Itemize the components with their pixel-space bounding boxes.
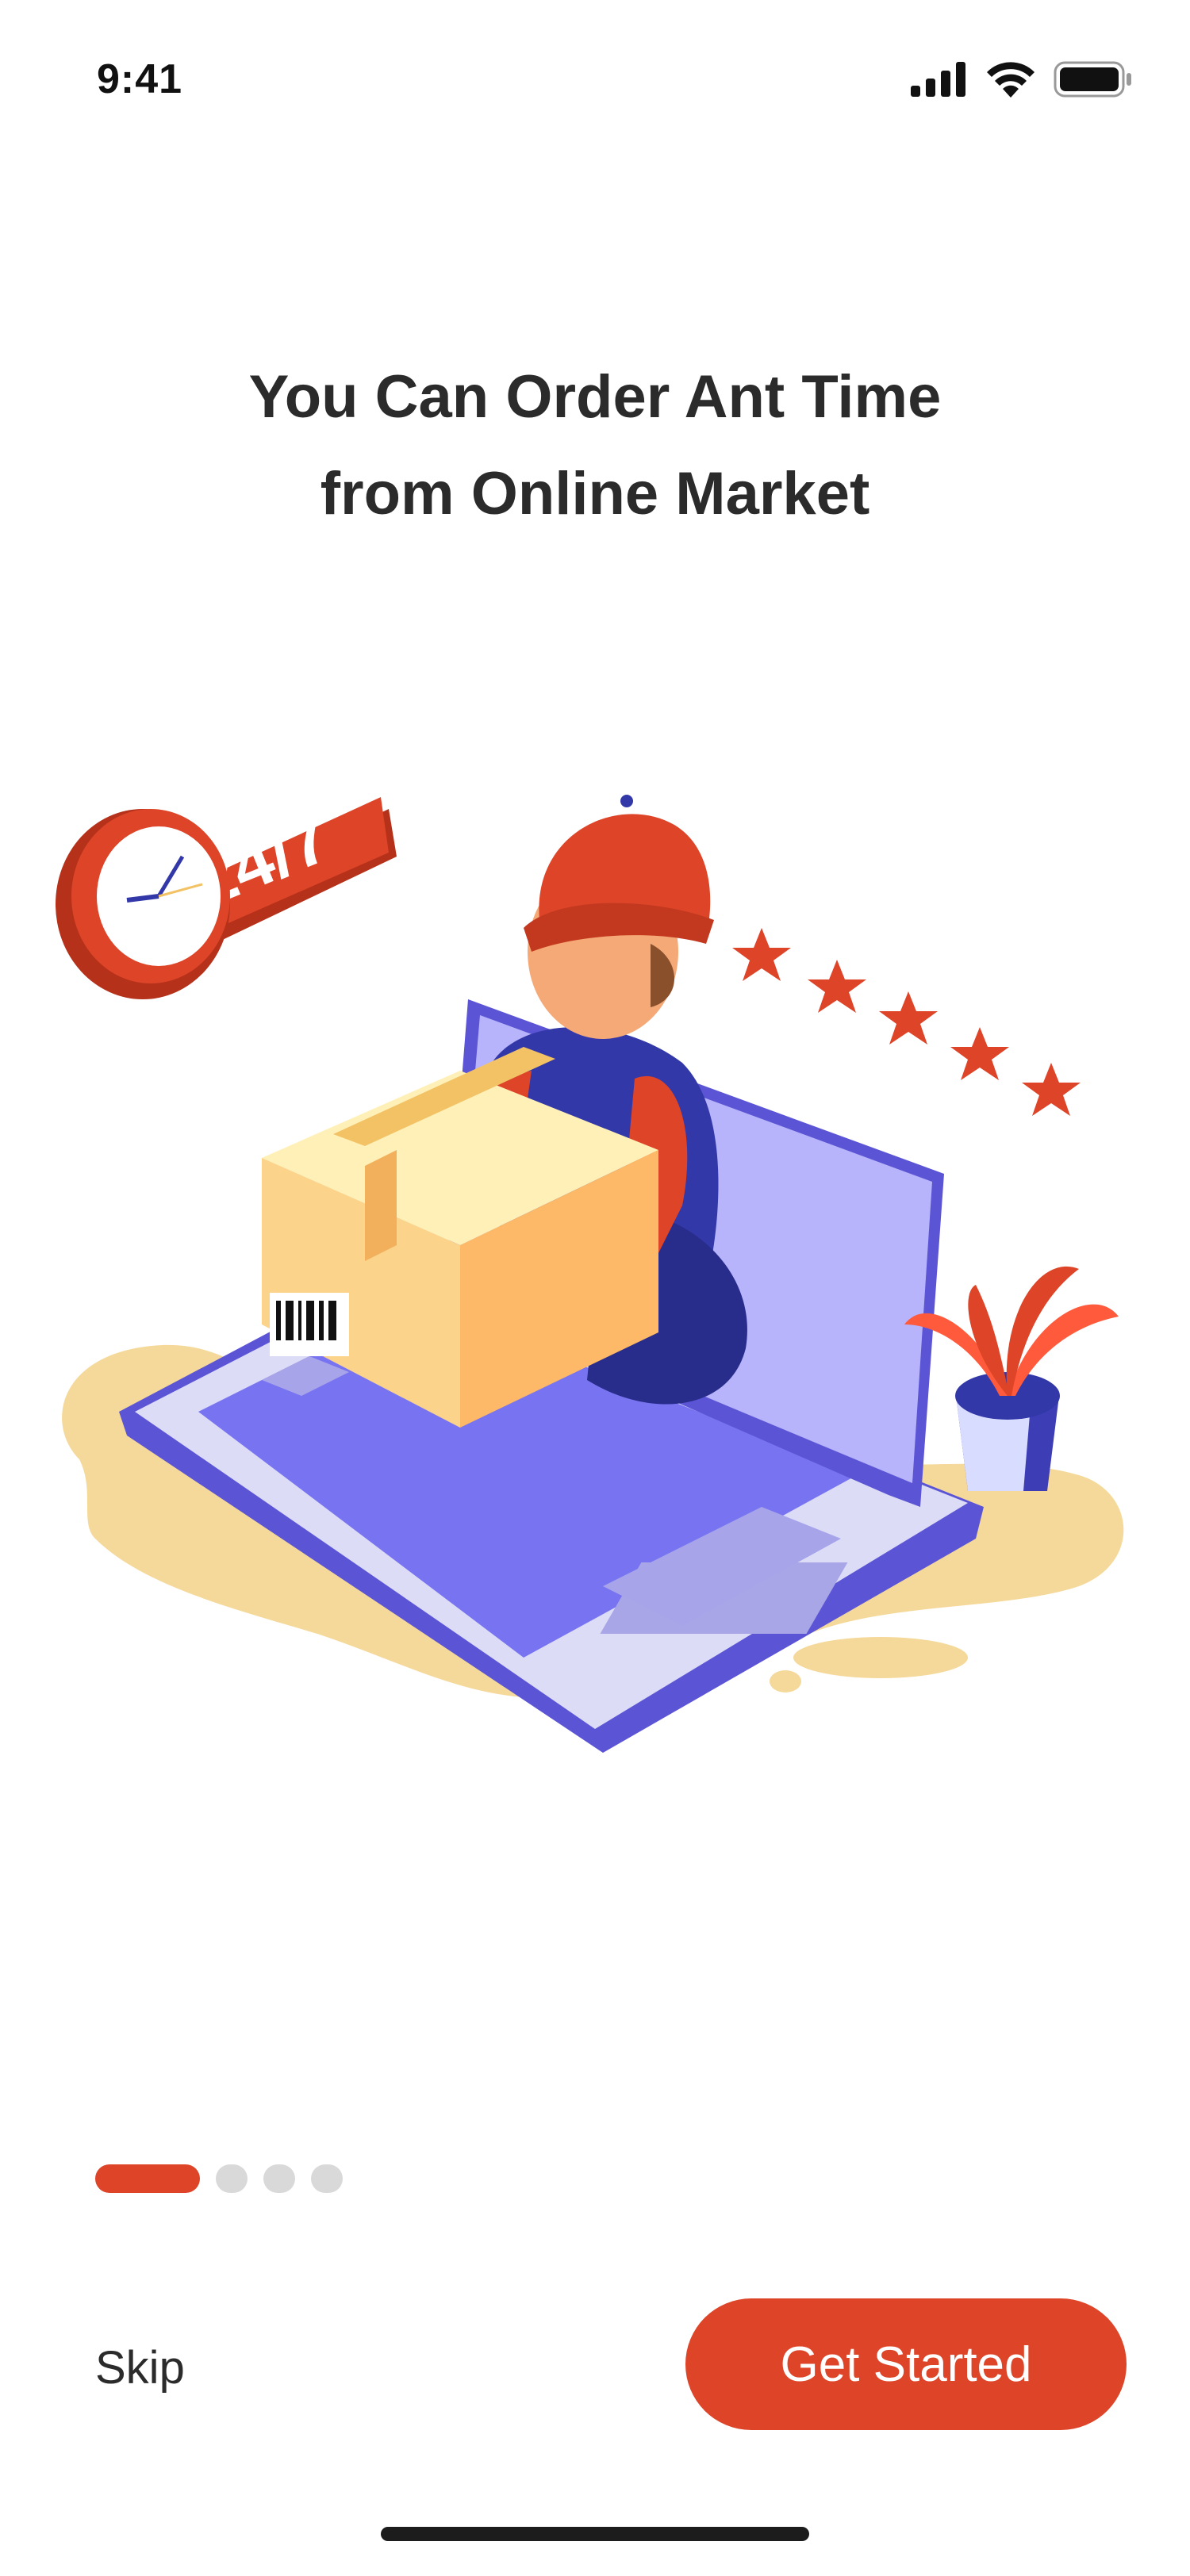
wifi-icon — [987, 62, 1035, 98]
page-dot-2[interactable] — [216, 2164, 248, 2193]
potted-plant — [904, 1266, 1119, 1491]
page-indicator — [95, 2164, 343, 2194]
headline-line-1: You Can Order Ant Time — [248, 363, 942, 431]
page-dot-4[interactable] — [311, 2164, 343, 2193]
clock-24-7-badge: 24/7 — [56, 797, 397, 999]
rating-stars — [732, 928, 1081, 1116]
status-time: 9:41 — [97, 56, 183, 102]
battery-icon — [1054, 61, 1131, 98]
status-bar: 9:41 — [0, 0, 1190, 159]
status-icons — [911, 60, 1133, 98]
page-dot-1-active[interactable] — [95, 2164, 200, 2193]
get-started-button[interactable]: Get Started — [685, 2298, 1127, 2430]
home-indicator[interactable] — [381, 2527, 809, 2541]
headline-line-2: from Online Market — [320, 460, 870, 527]
skip-button[interactable]: Skip — [95, 2341, 185, 2394]
page-dot-3[interactable] — [263, 2164, 295, 2193]
onboarding-headline: You Can Order Ant Time from Online Marke… — [119, 349, 1071, 542]
onboarding-illustration: 24/7 — [56, 795, 1124, 1753]
cellular-signal-icon — [911, 62, 965, 97]
